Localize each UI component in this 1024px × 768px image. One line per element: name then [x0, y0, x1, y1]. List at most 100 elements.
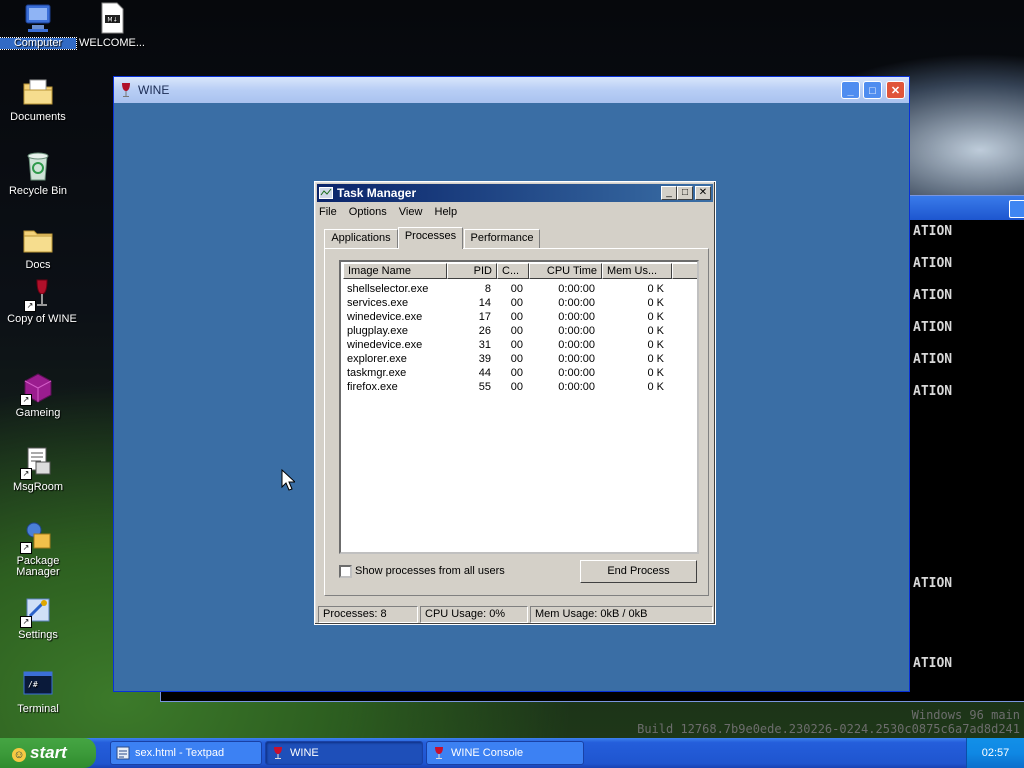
column-cpu[interactable]: C... — [497, 263, 529, 279]
cell-mem: 0 K — [647, 367, 664, 379]
checkbox-box[interactable] — [339, 565, 352, 578]
cell-pid: 44 — [478, 367, 491, 379]
desktop-icon-label: Copy of WINE — [7, 313, 77, 325]
package-manager-icon: ↗ — [20, 520, 54, 554]
clock[interactable]: 02:57 — [982, 747, 1010, 759]
cell-pid: 8 — [484, 283, 491, 295]
cell-name: explorer.exe — [347, 353, 407, 365]
cell-mem: 0 K — [647, 381, 664, 393]
taskbar-button-wine-console[interactable]: WINE Console — [426, 741, 584, 765]
desktop-icon-welcome[interactable]: M↓ WELCOME... — [74, 2, 150, 49]
wine-glass-icon — [120, 82, 132, 101]
taskbar-button-label: sex.html - Textpad — [135, 747, 225, 759]
column-image-name[interactable]: Image Name — [343, 263, 447, 279]
maximize-button[interactable]: □ — [863, 81, 882, 99]
table-row[interactable]: winedevice.exe 17 00 0:00:00 0 K — [341, 310, 697, 324]
desktop-icon-label: Docs — [25, 259, 51, 271]
menu-help[interactable]: Help — [435, 206, 458, 218]
wine-titlebar[interactable]: WINE _ □ ✕ — [114, 77, 909, 103]
desktop-icon-label: WELCOME... — [78, 37, 145, 49]
cell-cpu: 00 — [510, 283, 523, 295]
start-button[interactable]: ☺ start — [0, 738, 96, 768]
process-list[interactable]: Image Name PID C... CPU Time Mem Us... s… — [339, 260, 699, 554]
status-mem-usage: Mem Usage: 0kB / 0kB — [530, 606, 713, 623]
desktop-icon-settings[interactable]: ↗ Settings — [0, 594, 76, 641]
desktop-icon-package-manager[interactable]: ↗ Package Manager — [0, 520, 76, 578]
desktop-icon-docs[interactable]: Docs — [0, 224, 76, 271]
computer-icon — [22, 2, 54, 34]
mouse-cursor-icon — [281, 468, 297, 494]
table-row[interactable]: taskmgr.exe 44 00 0:00:00 0 K — [341, 366, 697, 380]
msgroom-icon: ↗ — [20, 446, 54, 480]
cell-pid: 14 — [478, 297, 491, 309]
menu-bar: File Options View Help — [319, 206, 466, 218]
status-processes: Processes: 8 — [318, 606, 418, 623]
table-row[interactable]: services.exe 14 00 0:00:00 0 K — [341, 296, 697, 310]
table-row[interactable]: firefox.exe 55 00 0:00:00 0 K — [341, 380, 697, 394]
close-button[interactable]: ✕ — [886, 81, 905, 99]
desktop-icon-computer[interactable]: Computer — [0, 2, 77, 50]
shortcut-arrow-icon: ↗ — [20, 468, 32, 480]
desktop-icon-label: Package Manager — [16, 555, 60, 578]
tab-performance[interactable]: Performance — [464, 229, 540, 248]
minimize-button[interactable]: _ — [841, 81, 860, 99]
terminal-icon: /# — [22, 668, 54, 700]
cell-time: 0:00:00 — [558, 311, 595, 323]
svg-text:M↓: M↓ — [107, 17, 117, 24]
minimize-button[interactable]: _ — [661, 186, 677, 200]
cell-pid: 55 — [478, 381, 491, 393]
desktop-icon-recycle-bin[interactable]: Recycle Bin — [0, 150, 76, 197]
desktop-icon-label: MsgRoom — [12, 481, 64, 493]
shortcut-arrow-icon: ↗ — [20, 616, 32, 628]
desktop-icon-label: Documents — [10, 111, 66, 123]
window-title: WINE — [138, 83, 170, 97]
taskbar-button-wine[interactable]: WINE — [265, 741, 423, 765]
menu-file[interactable]: File — [319, 206, 337, 218]
shortcut-arrow-icon: ↗ — [20, 542, 32, 554]
close-button[interactable]: ✕ — [695, 186, 711, 200]
menu-options[interactable]: Options — [349, 206, 387, 218]
menu-view[interactable]: View — [399, 206, 423, 218]
desktop-icon-documents[interactable]: Documents — [0, 76, 76, 123]
shortcut-arrow-icon: ↗ — [24, 300, 36, 312]
desktop-icon-terminal[interactable]: /# Terminal — [0, 668, 76, 715]
cell-name: taskmgr.exe — [347, 367, 407, 379]
desktop-icon-label: Gameing — [15, 407, 61, 419]
maximize-button[interactable]: □ — [677, 186, 693, 200]
tab-processes[interactable]: Processes — [398, 227, 463, 249]
desktop-icon-copy-of-wine[interactable]: ↗ Copy of WINE — [4, 278, 80, 325]
table-row[interactable]: shellselector.exe 8 00 0:00:00 0 K — [341, 282, 697, 296]
column-cpu-time[interactable]: CPU Time — [529, 263, 602, 279]
desktop-icon-gameing[interactable]: ↗ Gameing — [0, 372, 76, 419]
cell-time: 0:00:00 — [558, 339, 595, 351]
status-cpu-usage: CPU Usage: 0% — [420, 606, 528, 623]
cell-mem: 0 K — [647, 325, 664, 337]
console-minimize-button[interactable] — [1009, 200, 1024, 218]
cell-time: 0:00:00 — [558, 325, 595, 337]
cell-pid: 39 — [478, 353, 491, 365]
column-mem-usage[interactable]: Mem Us... — [602, 263, 672, 279]
task-manager-titlebar[interactable]: Task Manager _ □ ✕ — [317, 184, 713, 202]
cell-name: shellselector.exe — [347, 283, 429, 295]
task-manager-window[interactable]: Task Manager _ □ ✕ File Options View Hel… — [314, 181, 716, 625]
cell-cpu: 00 — [510, 367, 523, 379]
cell-mem: 0 K — [647, 339, 664, 351]
tab-applications[interactable]: Applications — [324, 229, 398, 248]
build-watermark: Windows 96 main Build 12768.7b9e0ede.230… — [637, 708, 1020, 736]
cell-cpu: 00 — [510, 339, 523, 351]
table-row[interactable]: winedevice.exe 31 00 0:00:00 0 K — [341, 338, 697, 352]
cube-icon: ↗ — [20, 372, 54, 406]
cell-pid: 31 — [478, 339, 491, 351]
markdown-file-icon: M↓ — [96, 2, 128, 34]
table-row[interactable]: explorer.exe 39 00 0:00:00 0 K — [341, 352, 697, 366]
cell-cpu: 00 — [510, 325, 523, 337]
cell-cpu: 00 — [510, 311, 523, 323]
taskbar-button-textpad[interactable]: sex.html - Textpad — [110, 741, 262, 765]
desktop-icon-msgroom[interactable]: ↗ MsgRoom — [0, 446, 76, 493]
table-row[interactable]: plugplay.exe 26 00 0:00:00 0 K — [341, 324, 697, 338]
console-line: ATION — [913, 384, 953, 399]
column-pid[interactable]: PID — [447, 263, 497, 279]
end-process-button[interactable]: End Process — [580, 560, 697, 583]
cell-mem: 0 K — [647, 297, 664, 309]
cell-time: 0:00:00 — [558, 283, 595, 295]
